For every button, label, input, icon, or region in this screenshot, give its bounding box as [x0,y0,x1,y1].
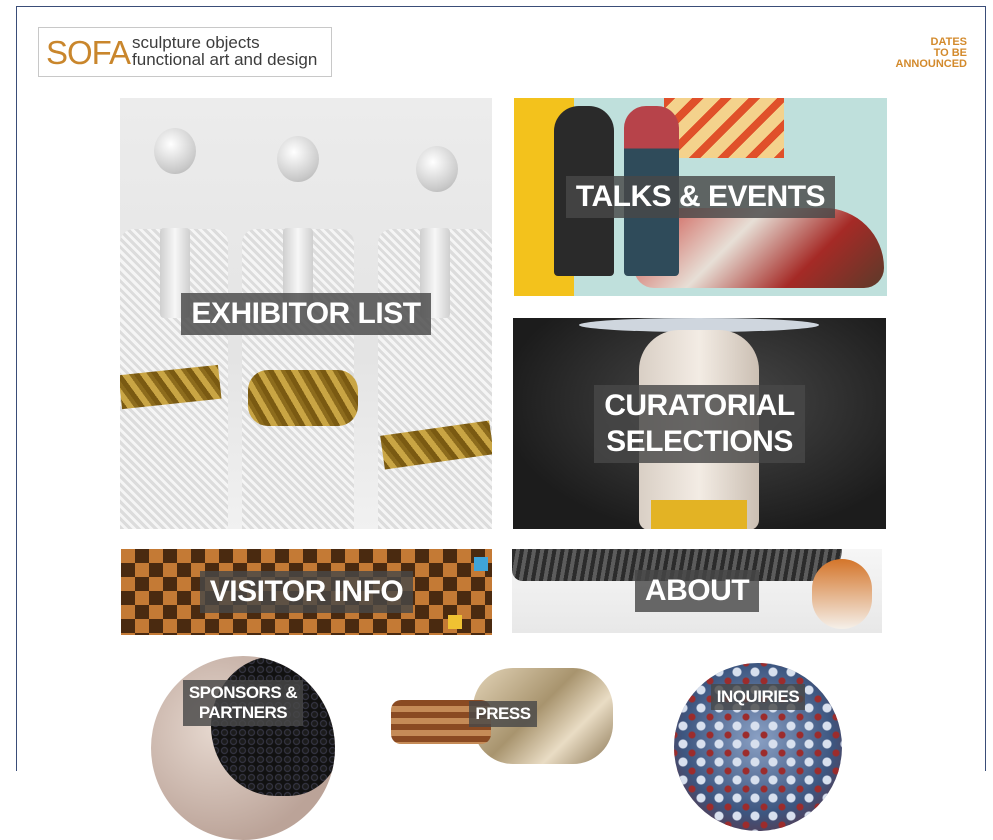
about-label: ABOUT [634,570,760,612]
visitor-info-label: VISITOR INFO [199,571,414,613]
sofa-logo[interactable]: SOFA sculpture objects functional art an… [38,27,332,77]
exhibitor-list-label: EXHIBITOR LIST [181,292,431,335]
tile-press[interactable]: PRESS [385,664,621,784]
decanter-stopper [416,146,458,192]
talks-events-label: TALKS & EVENTS [565,176,836,218]
tile-visitor-info[interactable]: VISITOR INFO [121,549,492,635]
decanter-stopper [277,136,319,182]
logo-mark: SOFA [46,33,131,71]
tile-talks-events[interactable]: TALKS & EVENTS [514,98,887,296]
sculpture-loop [812,559,872,629]
dates-announcement: DATES TO BE ANNOUNCED [895,36,968,70]
gold-rope [248,370,358,426]
tile-exhibitor-list[interactable]: EXHIBITOR LIST [120,98,492,529]
sponsors-partners-label: SPONSORS & PARTNERS [182,679,304,727]
press-label: PRESS [469,700,537,728]
collage-stripes [664,98,784,158]
curatorial-selections-label: CURATORIAL SELECTIONS [594,384,805,463]
sculpture-collar [651,500,747,529]
blue-accent [474,557,488,571]
tile-inquiries[interactable]: INQUIRIES [674,663,842,831]
tile-curatorial-selections[interactable]: CURATORIAL SELECTIONS [513,318,886,529]
logo-tagline: sculpture objects functional art and des… [132,33,318,69]
inquiries-label: INQUIRIES [710,683,806,711]
decanter-stopper [154,128,196,174]
tile-sponsors-partners[interactable]: SPONSORS & PARTNERS [151,656,335,840]
blue-accent [448,615,462,629]
tile-about[interactable]: ABOUT [512,549,882,633]
